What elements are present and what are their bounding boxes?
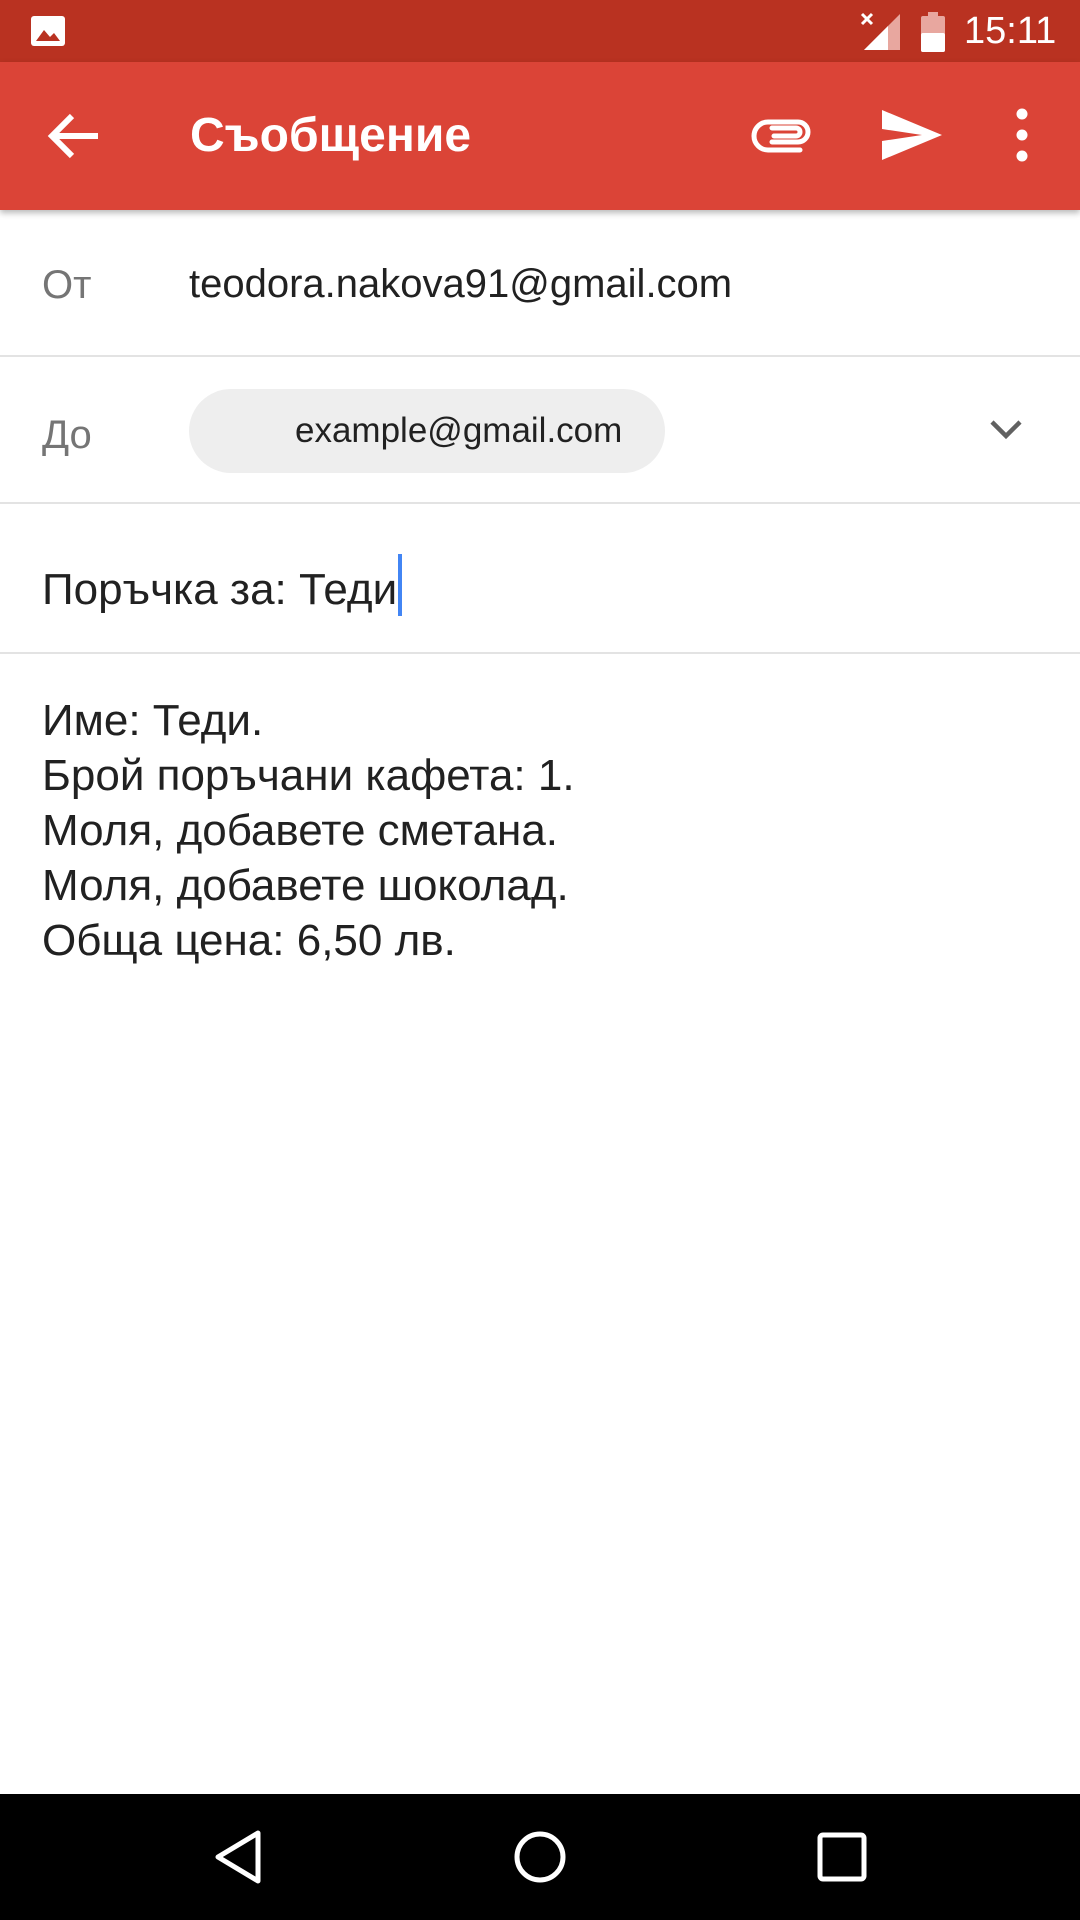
- text-cursor: [398, 554, 403, 616]
- from-account-field[interactable]: teodora.nakova91@gmail.com: [189, 262, 732, 307]
- nav-back-icon[interactable]: [210, 1827, 266, 1887]
- send-icon[interactable]: [876, 102, 946, 168]
- from-row: От teodora.nakova91@gmail.com: [0, 210, 1080, 357]
- nav-recents-icon[interactable]: [814, 1829, 870, 1885]
- subject-row: Поръчка за: Теди: [0, 504, 1080, 654]
- body-line: Моля, добавете сметана.: [42, 806, 559, 855]
- signal-no-data-icon: [860, 12, 900, 50]
- subject-field[interactable]: Поръчка за: Теди: [42, 554, 403, 616]
- app-bar: Съобщение: [0, 62, 1080, 210]
- chevron-down-icon[interactable]: [984, 407, 1028, 451]
- body-line: Моля, добавете шоколад.: [42, 861, 569, 910]
- more-vert-icon[interactable]: [1000, 102, 1044, 168]
- gallery-icon: [31, 16, 65, 46]
- email-body-field[interactable]: Име: Теди. Брой поръчани кафета: 1. Моля…: [42, 693, 1042, 968]
- back-arrow-icon[interactable]: [38, 106, 110, 166]
- to-label: До: [42, 413, 92, 457]
- recipient-chip-text: example@gmail.com: [295, 411, 623, 450]
- from-label: От: [42, 263, 92, 307]
- subject-text: Поръчка за: Теди: [42, 565, 398, 614]
- nav-home-icon[interactable]: [510, 1827, 570, 1887]
- page-title: Съобщение: [190, 109, 472, 162]
- battery-icon: [921, 12, 945, 52]
- body-line: Име: Теди.: [42, 696, 264, 745]
- status-time: 15:11: [964, 10, 1057, 52]
- to-row: До example@gmail.com: [0, 357, 1080, 504]
- status-bar: 15:11: [0, 0, 1080, 62]
- navigation-bar: [0, 1794, 1080, 1920]
- paperclip-icon[interactable]: [750, 102, 816, 168]
- body-line: Брой поръчани кафета: 1.: [42, 751, 575, 800]
- body-line: Обща цена: 6,50 лв.: [42, 916, 456, 965]
- recipient-chip[interactable]: example@gmail.com: [189, 389, 665, 473]
